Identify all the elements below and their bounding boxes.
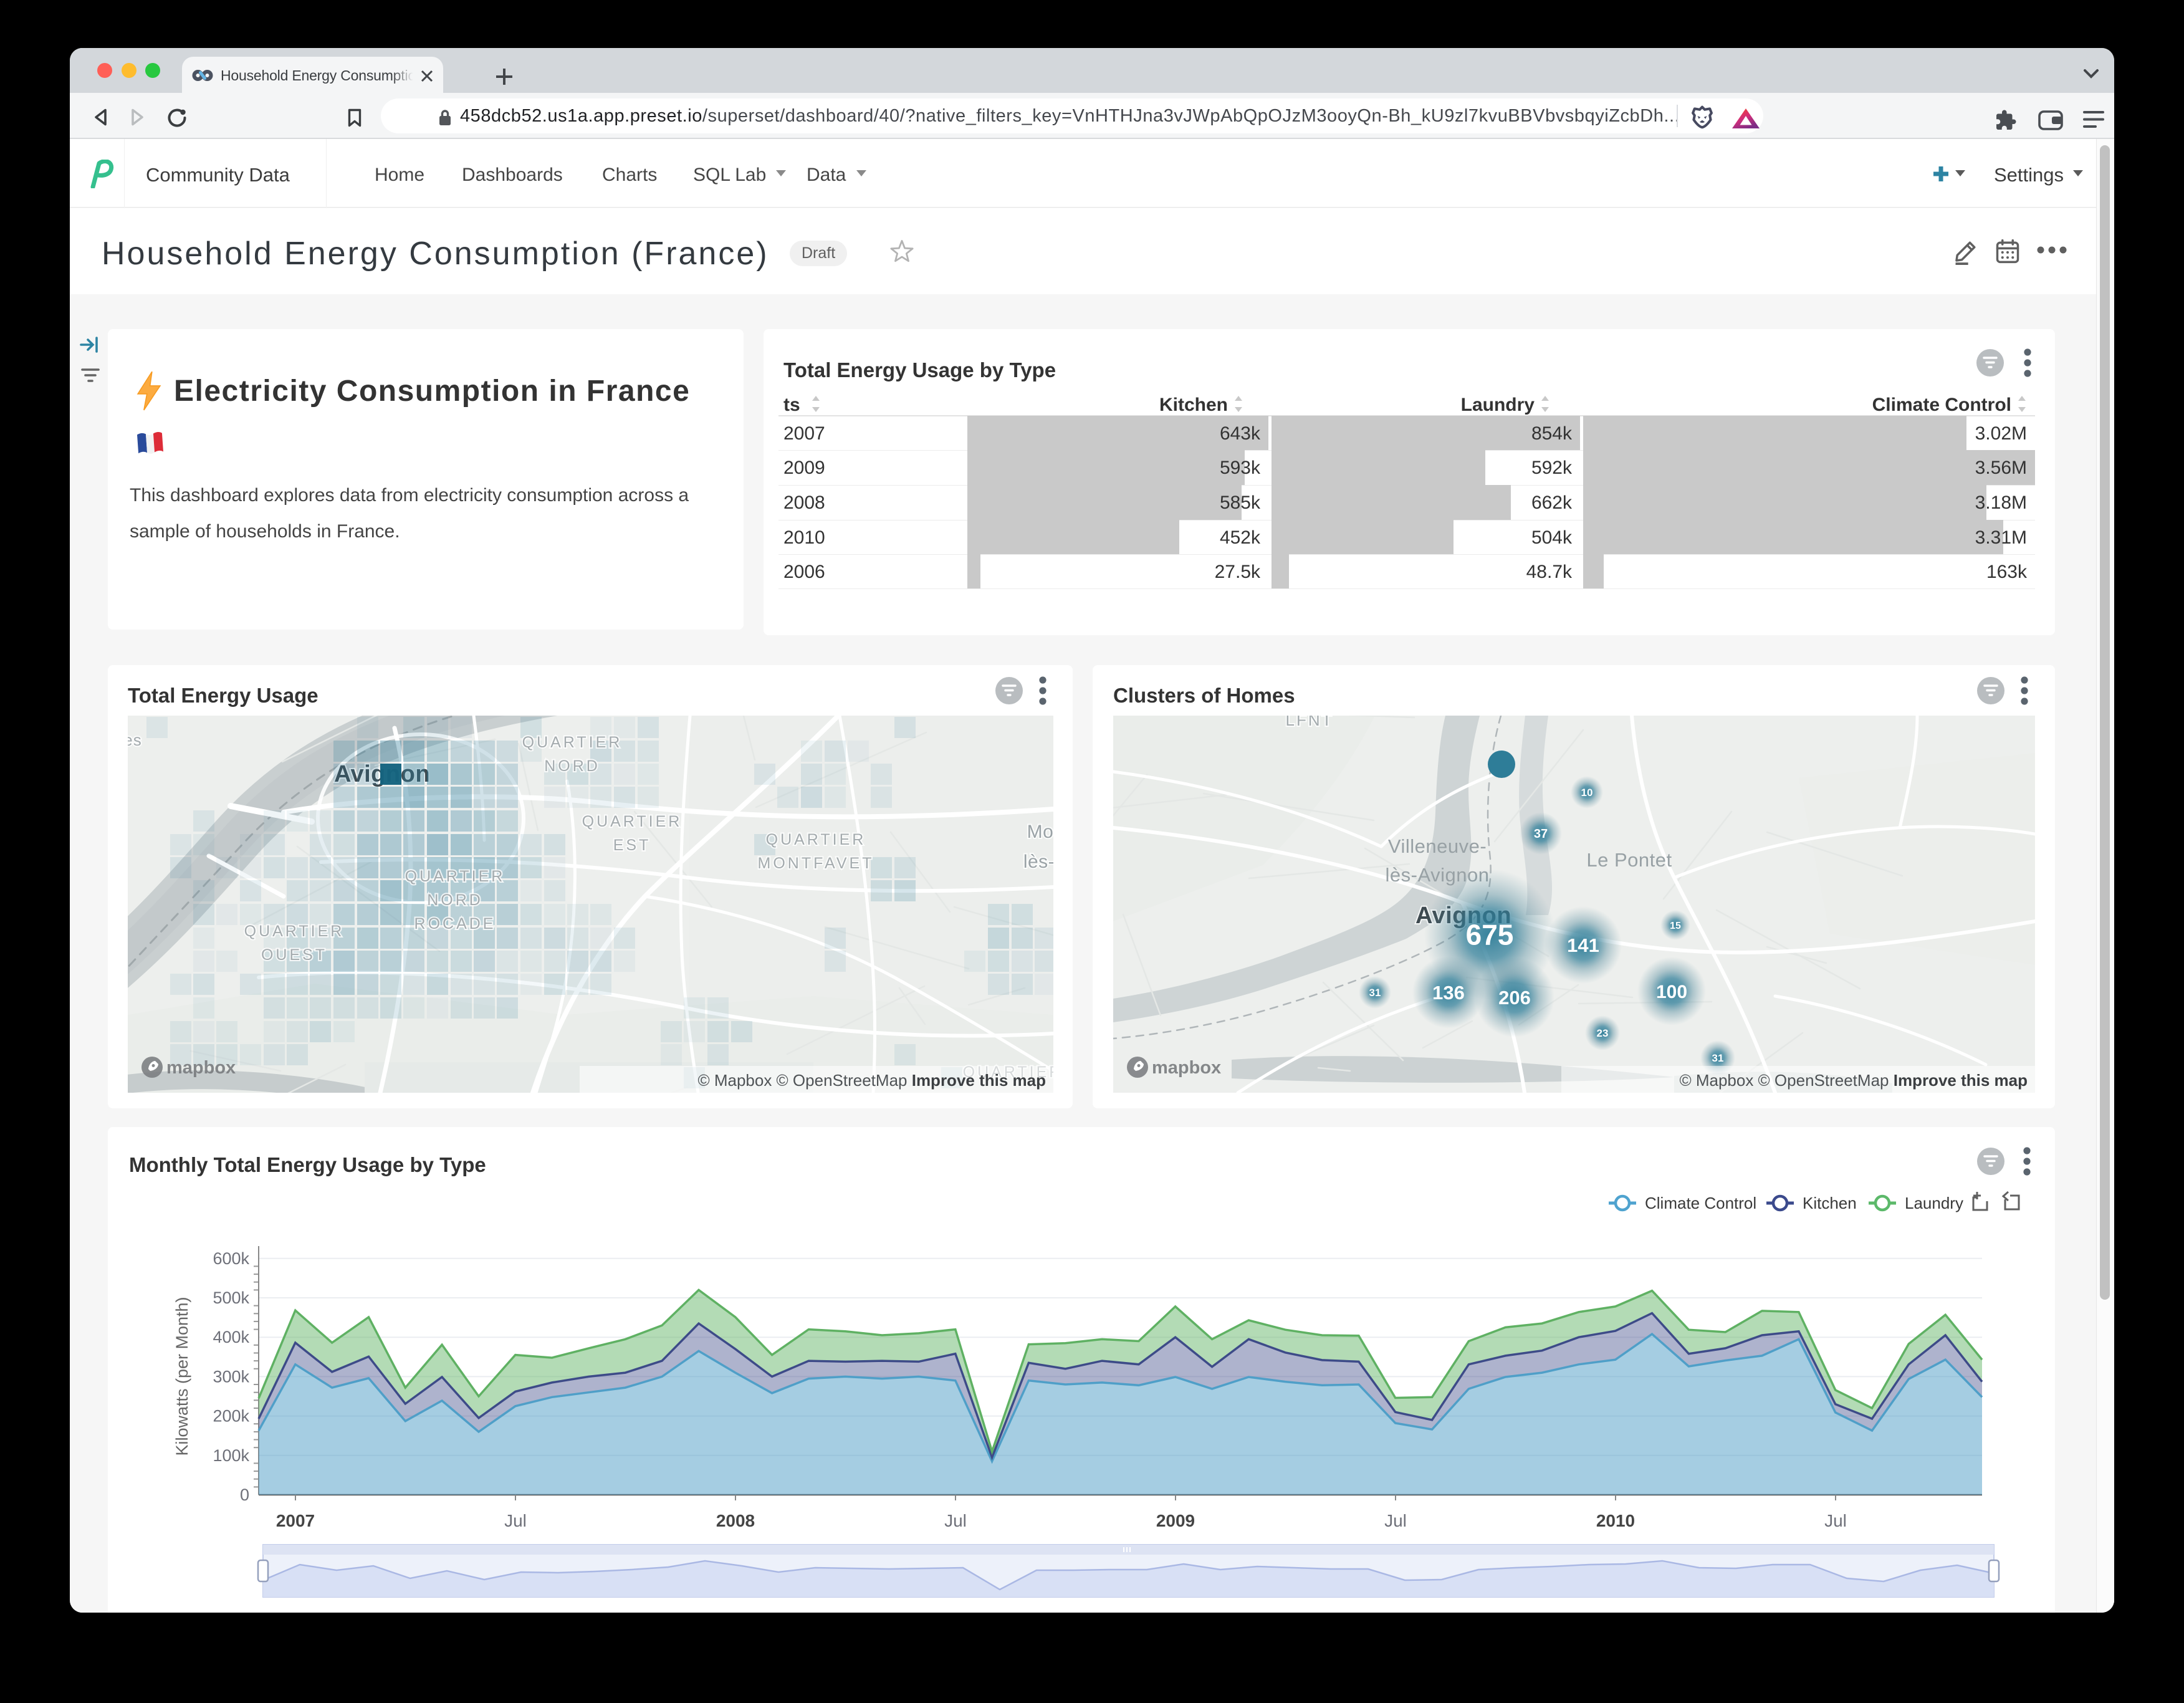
svg-text:lès-: lès- <box>1023 852 1053 872</box>
svg-text:400k: 400k <box>213 1328 249 1346</box>
svg-text:31: 31 <box>1712 1052 1724 1064</box>
svg-text:QUARTIER: QUARTIER <box>522 734 623 751</box>
svg-text:Climate Control: Climate Control <box>1645 1194 1756 1212</box>
svg-text:es: es <box>128 731 142 749</box>
svg-text:10: 10 <box>1581 787 1593 799</box>
svg-text:Le Pontet: Le Pontet <box>1586 849 1672 871</box>
svg-text:MONTFAVET: MONTFAVET <box>758 855 874 872</box>
svg-text:37: 37 <box>1534 827 1548 841</box>
svg-text:2009: 2009 <box>1156 1511 1195 1530</box>
svg-text:2007: 2007 <box>276 1511 315 1530</box>
svg-text:Villeneuve-: Villeneuve- <box>1388 835 1487 857</box>
svg-text:Jul: Jul <box>1824 1511 1847 1530</box>
svg-text:23: 23 <box>1597 1027 1609 1039</box>
svg-text:206: 206 <box>1498 987 1531 1009</box>
svg-text:0: 0 <box>240 1485 249 1504</box>
svg-text:QUARTIER: QUARTIER <box>244 923 345 940</box>
svg-text:2010: 2010 <box>1596 1511 1635 1530</box>
svg-text:QUARTIER: QUARTIER <box>766 831 866 848</box>
svg-text:Jul: Jul <box>944 1511 967 1530</box>
svg-text:© Mapbox © OpenStreetMap Impro: © Mapbox © OpenStreetMap Improve this ma… <box>697 1071 1046 1090</box>
svg-text:136: 136 <box>1432 982 1465 1004</box>
svg-text:141: 141 <box>1567 934 1599 956</box>
svg-text:NORD: NORD <box>427 891 483 909</box>
svg-text:200k: 200k <box>213 1407 249 1426</box>
svg-text:15: 15 <box>1670 921 1681 931</box>
svg-text:600k: 600k <box>213 1249 249 1268</box>
svg-text:2008: 2008 <box>716 1511 755 1530</box>
svg-text:EST: EST <box>613 837 651 854</box>
svg-text:© Mapbox © OpenStreetMap Impro: © Mapbox © OpenStreetMap Improve this ma… <box>1679 1071 2028 1090</box>
svg-text:QUARTIER: QUARTIER <box>405 868 505 885</box>
svg-text:NORD: NORD <box>544 757 600 775</box>
svg-text:100: 100 <box>1656 982 1687 1002</box>
svg-text:Jul: Jul <box>1384 1511 1407 1530</box>
svg-text:LFNT: LFNT <box>1286 716 1334 729</box>
svg-text:Kilowatts (per Month): Kilowatts (per Month) <box>173 1297 191 1456</box>
svg-text:100k: 100k <box>213 1446 249 1465</box>
svg-text:Jul: Jul <box>504 1511 527 1530</box>
svg-text:31: 31 <box>1369 987 1381 999</box>
svg-text:500k: 500k <box>213 1288 249 1307</box>
svg-text:mapbox: mapbox <box>166 1058 236 1078</box>
svg-text:QUARTIER: QUARTIER <box>582 813 682 830</box>
svg-text:OUEST: OUEST <box>261 946 327 964</box>
svg-text:ROCADE: ROCADE <box>414 915 496 933</box>
svg-text:300k: 300k <box>213 1367 249 1386</box>
svg-text:Laundry: Laundry <box>1905 1194 1963 1212</box>
svg-text:675: 675 <box>1466 919 1514 951</box>
svg-text:Mo: Mo <box>1027 822 1053 842</box>
svg-text:Kitchen: Kitchen <box>1803 1194 1857 1212</box>
svg-text:mapbox: mapbox <box>1152 1058 1221 1078</box>
